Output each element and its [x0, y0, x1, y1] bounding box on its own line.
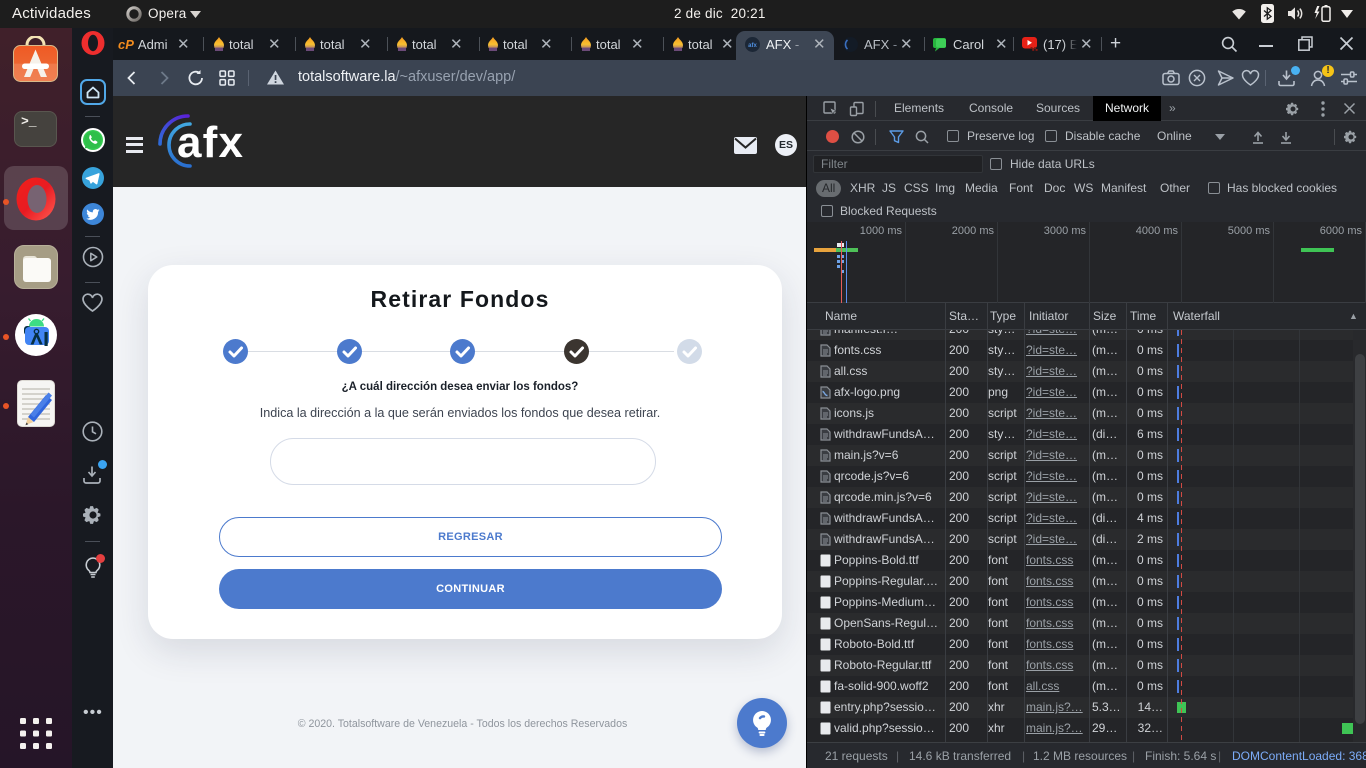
svg-text:afx: afx	[748, 43, 757, 49]
